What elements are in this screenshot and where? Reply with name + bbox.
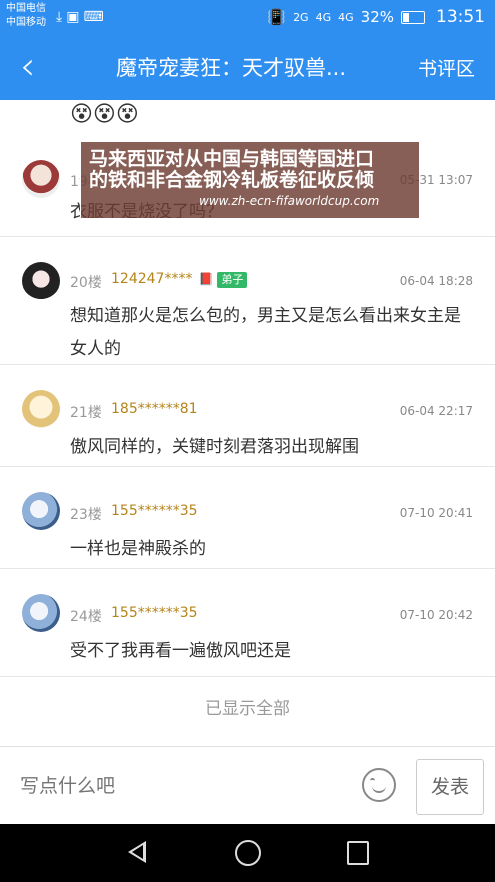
comment-date: 06-04 18:28 <box>399 274 473 288</box>
comment-composer: 发表 <box>0 746 495 825</box>
nav-recents-icon[interactable] <box>347 841 369 865</box>
avatar[interactable] <box>22 262 60 300</box>
emoji-sticker-icon: 😵😵😵 <box>70 102 139 127</box>
ad-url: www.zh-ecn-fifaworldcup.com <box>199 194 380 208</box>
avatar[interactable] <box>22 390 60 428</box>
app-bar: ‹ 魔帝宠妻狂：天才驭兽... 书评区 <box>0 36 495 100</box>
username[interactable]: 155******35 <box>111 503 198 519</box>
comment-text: 想知道那火是怎么包的，男主又是怎么看出来女主是女人的 <box>70 306 461 359</box>
username[interactable]: 155******35 <box>111 605 198 621</box>
comment-item[interactable]: 20楼 124247**** 📕 弟子 06-04 18:28 想知道那火是怎么包的… <box>0 236 495 365</box>
rank-badge: 弟子 <box>217 272 248 288</box>
status-bar: 中国电信 中国移动 ⤓▣⌨ 📳 2G 4G 4G 32% 13:51 <box>0 0 495 36</box>
floor-number: 21楼 <box>70 405 102 421</box>
nav-home-icon[interactable] <box>235 840 261 866</box>
ad-line-1: 马来西亚对从中国与韩国等国进口 <box>89 148 375 170</box>
avatar[interactable] <box>22 492 60 530</box>
page-title: 魔帝宠妻狂：天才驭兽... <box>116 56 347 80</box>
nav-back-icon[interactable] <box>128 841 146 863</box>
publish-button[interactable]: 发表 <box>416 759 484 815</box>
username[interactable]: 124247**** 📕 弟子 <box>111 271 248 288</box>
network-2g: 2G <box>293 10 309 24</box>
floor-number: 23楼 <box>70 507 102 523</box>
comment-input[interactable] <box>18 767 342 805</box>
battery-icon <box>401 10 425 24</box>
carrier-info: 中国电信 中国移动 <box>6 2 46 30</box>
system-nav-bar <box>0 824 495 882</box>
comment-text: 傲风同样的，关键时刻君落羽出现解围 <box>70 437 359 457</box>
comment-item[interactable]: 23楼 155******35 07-10 20:41 一样也是神殿杀的 <box>0 466 495 569</box>
notification-icons: ⤓▣⌨ <box>56 9 108 25</box>
avatar[interactable] <box>22 594 60 632</box>
carrier-2: 中国移动 <box>6 17 46 28</box>
floor-number: 24楼 <box>70 609 102 625</box>
download-icon: ⤓ <box>56 9 67 25</box>
floor-number: 20楼 <box>70 275 102 291</box>
vibrate-icon: 📳 <box>267 8 287 26</box>
status-right: 📳 2G 4G 4G 32% 13:51 <box>267 7 485 27</box>
comment-item[interactable]: 21楼 185******81 06-04 22:17 傲风同样的，关键时刻君落… <box>0 364 495 467</box>
image-icon: ▣ <box>66 9 84 25</box>
network-4g-2: 4G <box>338 10 354 24</box>
ad-line-2: 的铁和非合金钢冷轧板卷征收反倾 <box>89 169 375 191</box>
network-4g-1: 4G <box>315 10 332 24</box>
keyboard-icon: ⌨ <box>83 9 108 25</box>
book-icon: 📕 <box>198 272 214 286</box>
comment-text: 受不了我再看一遍傲风吧还是 <box>70 641 291 661</box>
comment-item[interactable]: 24楼 155******35 07-10 20:42 受不了我再看一遍傲风吧还… <box>0 568 495 677</box>
emoji-icon[interactable] <box>362 768 396 802</box>
comment-date: 07-10 20:42 <box>399 608 473 622</box>
show-all-label: 已显示全部 <box>205 699 290 719</box>
username[interactable]: 185******81 <box>111 401 198 417</box>
comment-date: 06-04 22:17 <box>399 404 473 418</box>
clock: 13:51 <box>436 7 485 27</box>
avatar[interactable] <box>22 160 60 198</box>
comment-date: 07-10 20:41 <box>399 506 473 520</box>
ad-overlay[interactable]: 马来西亚对从中国与韩国等国进口 的铁和非合金钢冷轧板卷征收反倾 www.zh-e… <box>80 141 420 219</box>
battery-percent: 32% <box>360 8 394 26</box>
review-area-button[interactable]: 书评区 <box>418 56 475 82</box>
carrier-1: 中国电信 <box>6 3 46 14</box>
comment-text: 一样也是神殿杀的 <box>70 539 206 559</box>
back-arrow-icon[interactable]: ‹ <box>20 46 35 86</box>
